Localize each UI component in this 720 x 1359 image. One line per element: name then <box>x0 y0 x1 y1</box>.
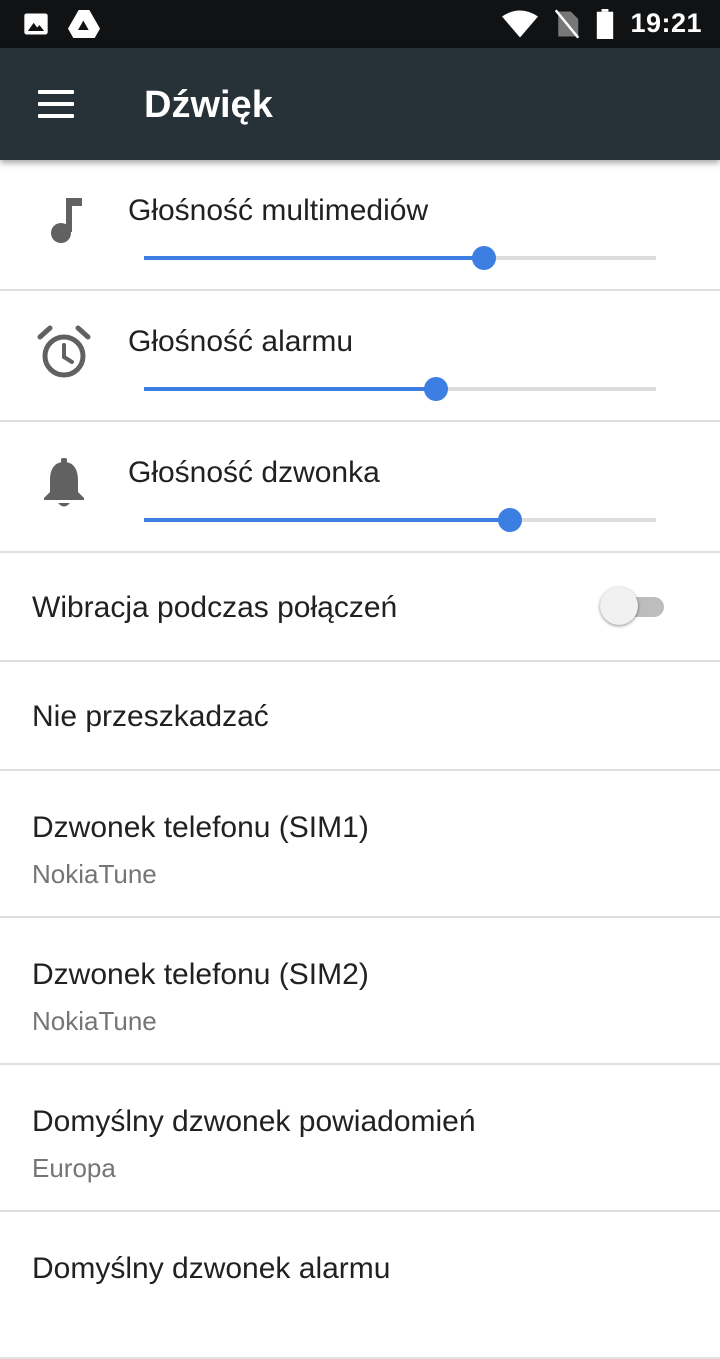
battery-icon <box>597 8 614 39</box>
hamburger-menu-icon[interactable] <box>38 90 74 118</box>
alarm-volume-label: Głośność alarmu <box>128 325 354 358</box>
bell-icon <box>44 458 84 507</box>
ringtone-sim2-value: NokiaTune <box>32 1006 157 1036</box>
drive-icon <box>68 10 100 38</box>
notification-sound-title: Domyślny dzwonek powiadomień <box>32 1105 476 1138</box>
image-icon <box>24 13 48 35</box>
ringtone-sim1-row[interactable]: Dzwonek telefonu (SIM1) NokiaTune <box>0 771 720 918</box>
vibration-row[interactable]: Wibracja podczas połączeń <box>0 553 720 662</box>
status-bar: 19:21 <box>0 0 720 48</box>
status-time: 19:21 <box>630 8 702 38</box>
alarm-clock-icon <box>37 325 91 378</box>
alarm-sound-title: Domyślny dzwonek alarmu <box>32 1252 391 1285</box>
ringer-volume-thumb[interactable] <box>498 508 523 532</box>
wifi-icon <box>502 10 539 37</box>
notification-sound-row[interactable]: Domyślny dzwonek powiadomień Europa <box>0 1065 720 1212</box>
ringtone-sim2-title: Dzwonek telefonu (SIM2) <box>32 958 369 991</box>
ringer-volume-slider[interactable] <box>144 508 656 532</box>
ringtone-sim1-value: NokiaTune <box>32 859 157 889</box>
media-volume-row: Głośność multimediów <box>0 160 720 291</box>
settings-list: Głośność multimediów Głośność alarmu Gło… <box>0 160 720 1359</box>
do-not-disturb-row[interactable]: Nie przeszkadzać <box>0 662 720 771</box>
no-sim-icon <box>555 8 580 39</box>
ringer-volume-row: Głośność dzwonka <box>0 422 720 553</box>
alarm-volume-row: Głośność alarmu <box>0 291 720 422</box>
page-title: Dźwięk <box>144 84 273 126</box>
music-note-icon <box>51 198 82 243</box>
do-not-disturb-label: Nie przeszkadzać <box>32 700 269 733</box>
notification-sound-value: Europa <box>32 1153 116 1183</box>
ringtone-sim1-title: Dzwonek telefonu (SIM1) <box>32 811 369 844</box>
alarm-volume-slider[interactable] <box>144 377 656 401</box>
alarm-volume-thumb[interactable] <box>423 377 448 401</box>
media-volume-label: Głośność multimediów <box>128 194 429 227</box>
ringtone-sim2-row[interactable]: Dzwonek telefonu (SIM2) NokiaTune <box>0 918 720 1065</box>
ringer-volume-label: Głośność dzwonka <box>128 456 380 489</box>
app-bar: Dźwięk <box>0 48 720 160</box>
vibration-switch[interactable] <box>600 583 666 627</box>
media-volume-slider[interactable] <box>144 246 656 270</box>
vibration-label: Wibracja podczas połączeń <box>32 591 398 624</box>
media-volume-thumb[interactable] <box>472 246 497 270</box>
alarm-sound-row[interactable]: Domyślny dzwonek alarmu <box>0 1212 720 1359</box>
